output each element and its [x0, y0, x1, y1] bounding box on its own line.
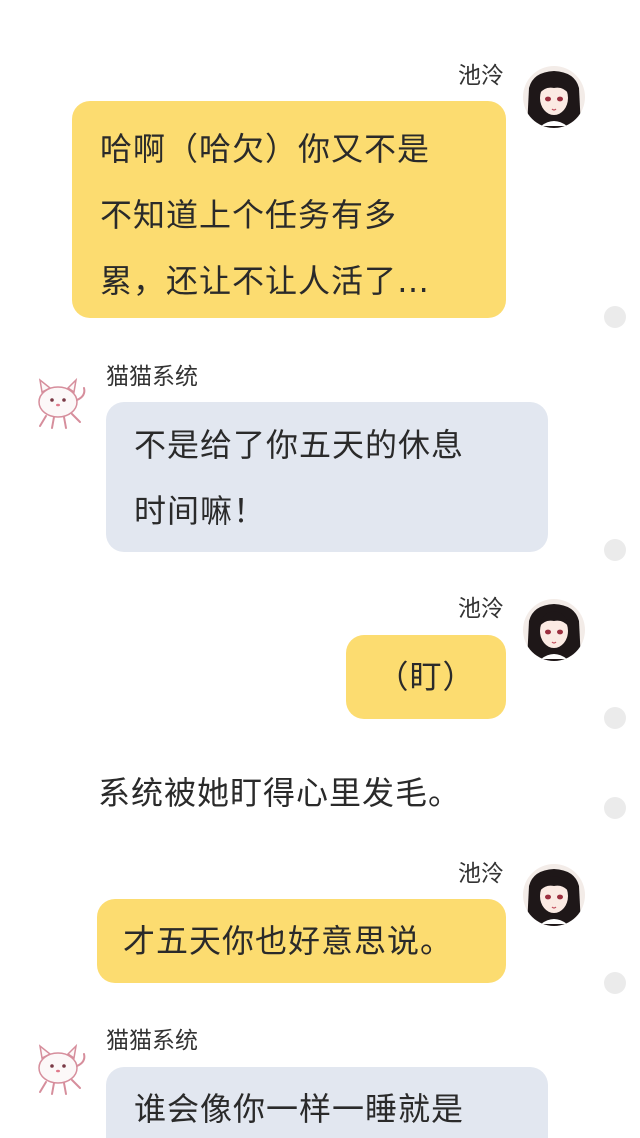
message-line: 时间嘛！ — [134, 492, 267, 530]
message-line: 谁会像你一样一睡就是 — [134, 1090, 465, 1128]
scroll-indicator-dot — [604, 539, 626, 561]
cat-system-avatar[interactable] — [28, 1036, 90, 1098]
message-bubble[interactable]: 哈啊（哈欠）你又不是 不知道上个任务有多 累，还让不让人活了… — [72, 101, 506, 318]
speaker-name-chi-ling: 池泠 — [458, 596, 504, 622]
speaker-name-cat-system: 猫猫系统 — [106, 1028, 198, 1054]
message-bubble[interactable]: 谁会像你一样一睡就是 — [106, 1067, 548, 1138]
message-bubble[interactable]: 才五天你也好意思说。 — [97, 899, 506, 983]
scroll-indicator-dot — [604, 972, 626, 994]
chi-ling-avatar[interactable] — [523, 66, 585, 128]
message-line: 不知道上个任务有多 — [100, 196, 398, 234]
message-bubble[interactable]: 不是给了你五天的休息 时间嘛！ — [106, 402, 548, 552]
speaker-name-cat-system: 猫猫系统 — [106, 364, 198, 390]
speaker-name-chi-ling: 池泠 — [458, 861, 504, 887]
message-line: （盯） — [376, 658, 476, 696]
chi-ling-avatar[interactable] — [523, 864, 585, 926]
narration-text: 系统被她盯得心里发毛。 — [98, 774, 462, 812]
chi-ling-avatar[interactable] — [523, 599, 585, 661]
message-line: 累，还让不让人活了… — [100, 262, 431, 300]
message-line: 不是给了你五天的休息 — [134, 426, 465, 464]
message-bubble[interactable]: （盯） — [346, 635, 506, 719]
message-line: 才五天你也好意思说。 — [123, 922, 454, 960]
cat-system-avatar[interactable] — [28, 370, 90, 432]
chat-story-page: 池泠 哈啊（哈欠）你又不是 不知道上个任务有多 累，还让不让人活了… 猫猫系统 … — [0, 0, 640, 1138]
scroll-indicator-dot — [604, 797, 626, 819]
speaker-name-chi-ling: 池泠 — [458, 63, 504, 89]
message-line: 哈啊（哈欠）你又不是 — [100, 130, 431, 168]
scroll-indicator-dot — [604, 707, 626, 729]
scroll-indicator-dot — [604, 306, 626, 328]
